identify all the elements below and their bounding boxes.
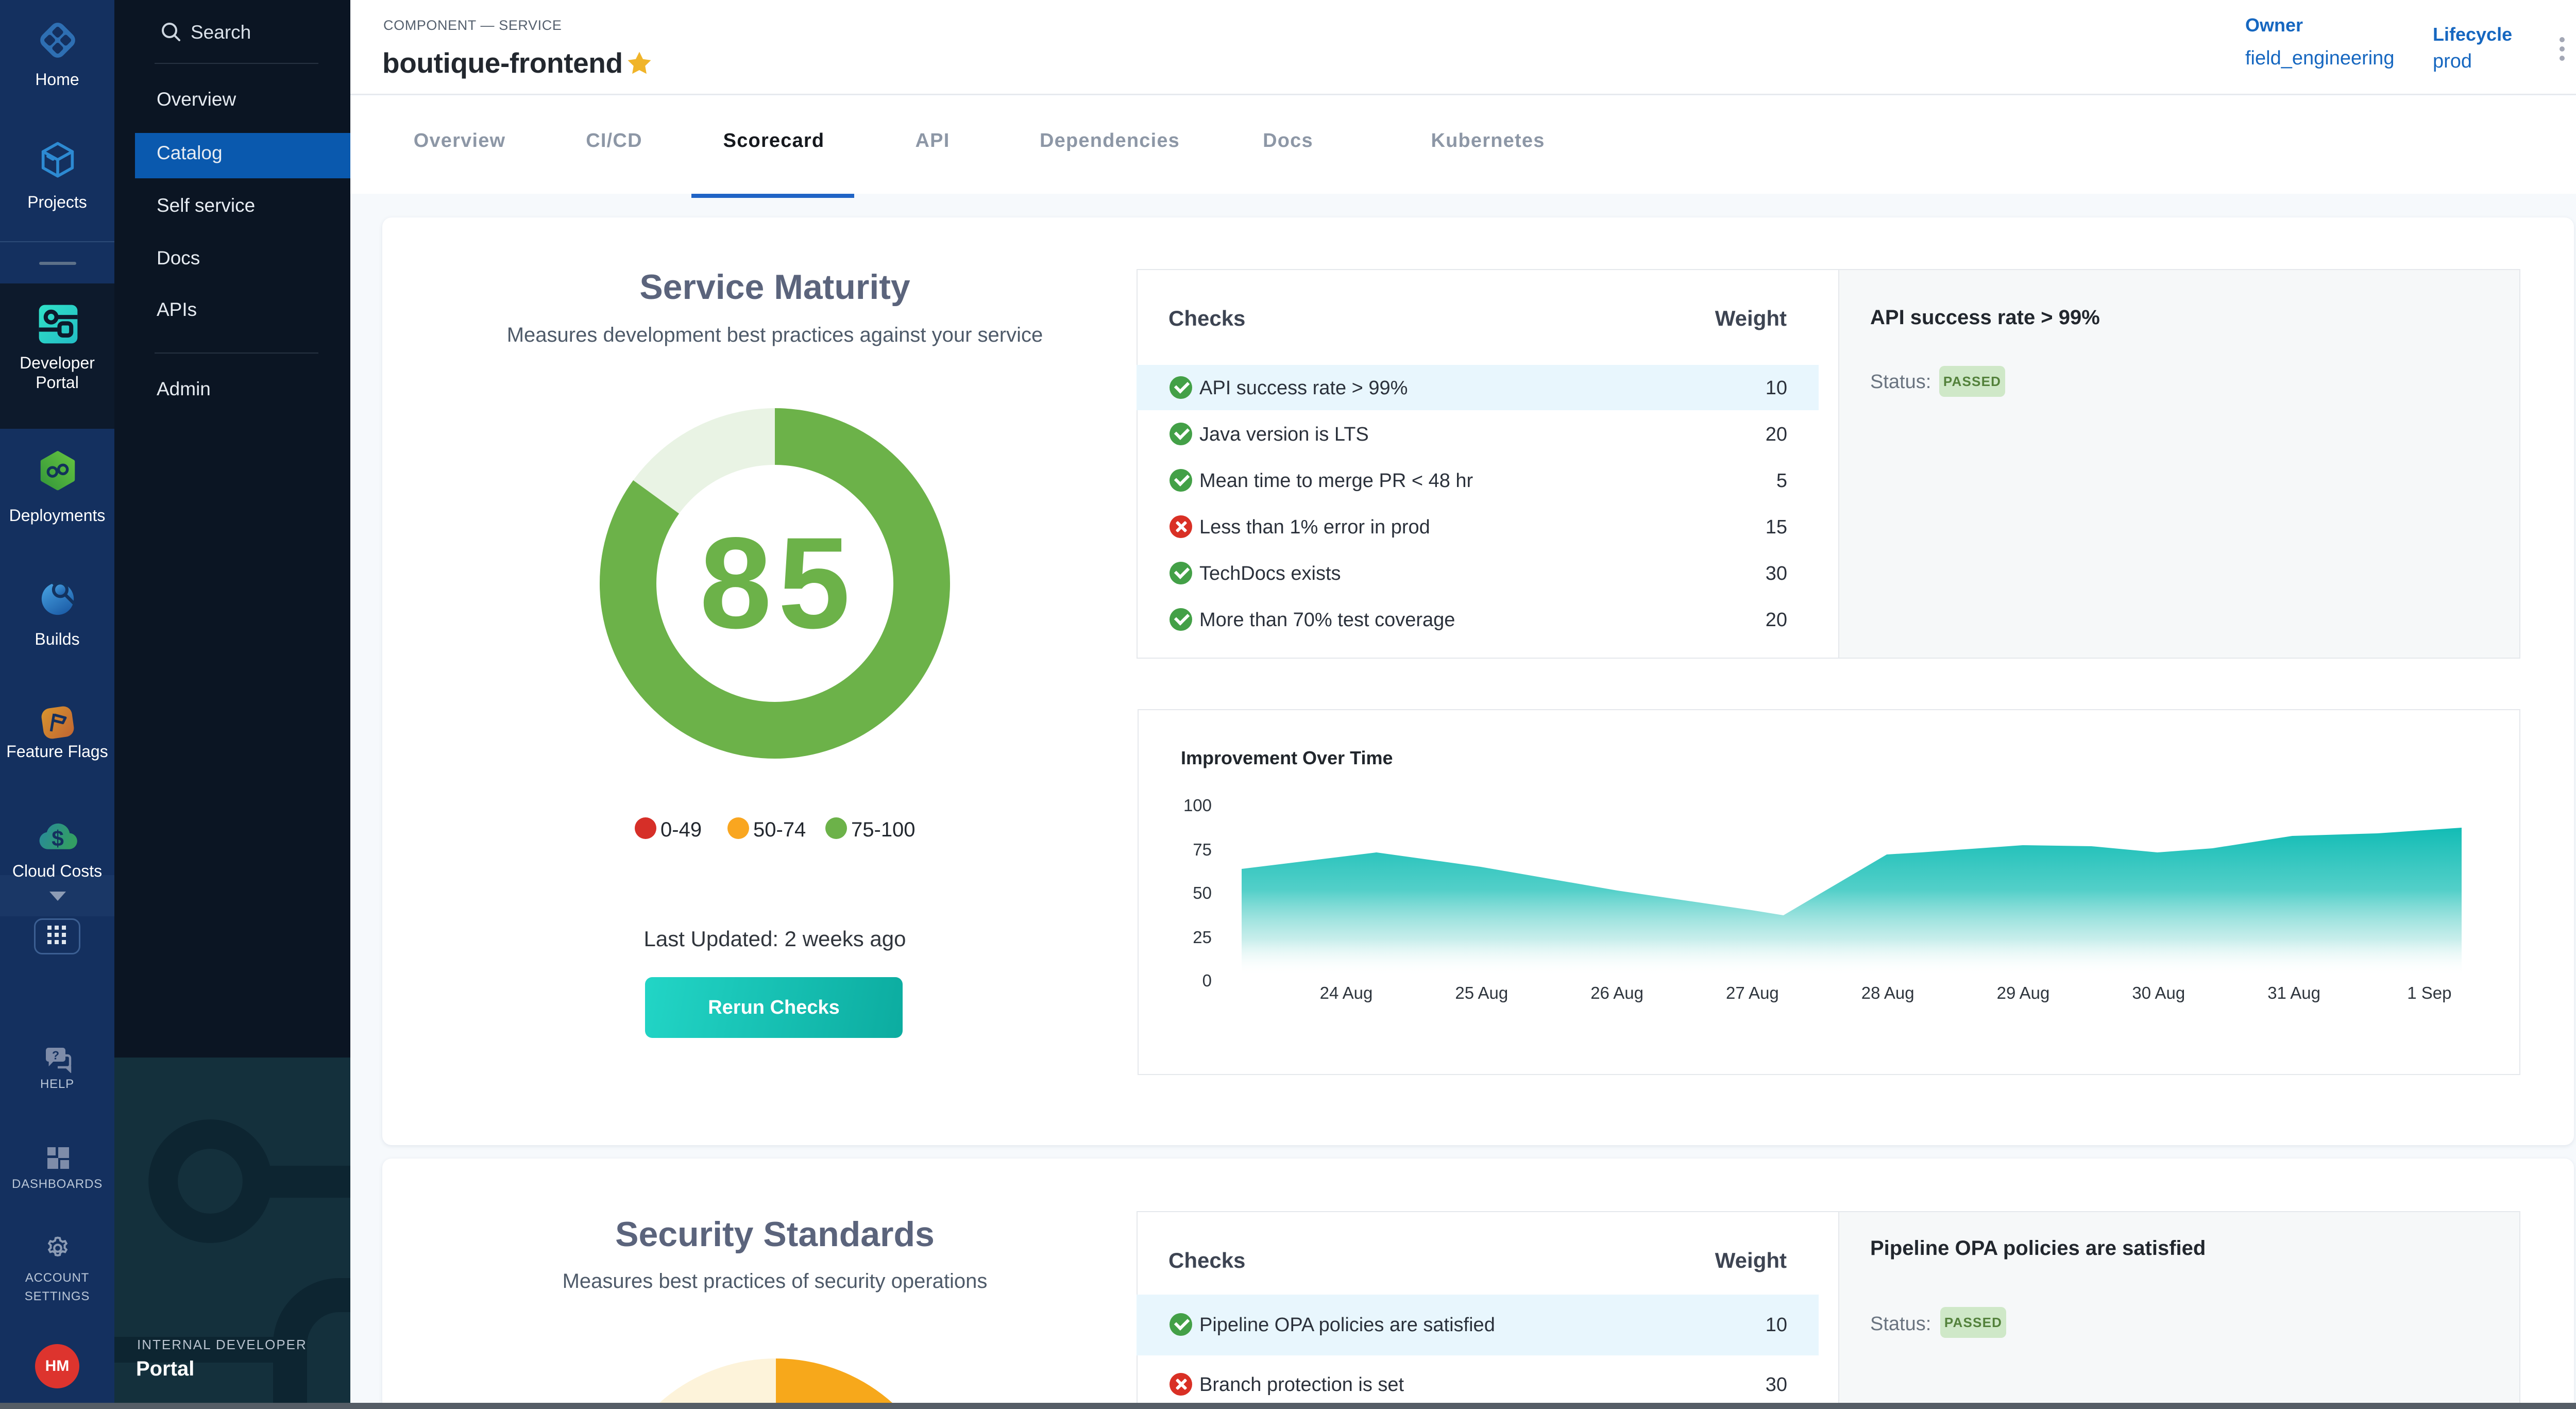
svg-text:?: ? — [52, 1049, 59, 1062]
svg-text:$: $ — [52, 826, 64, 850]
